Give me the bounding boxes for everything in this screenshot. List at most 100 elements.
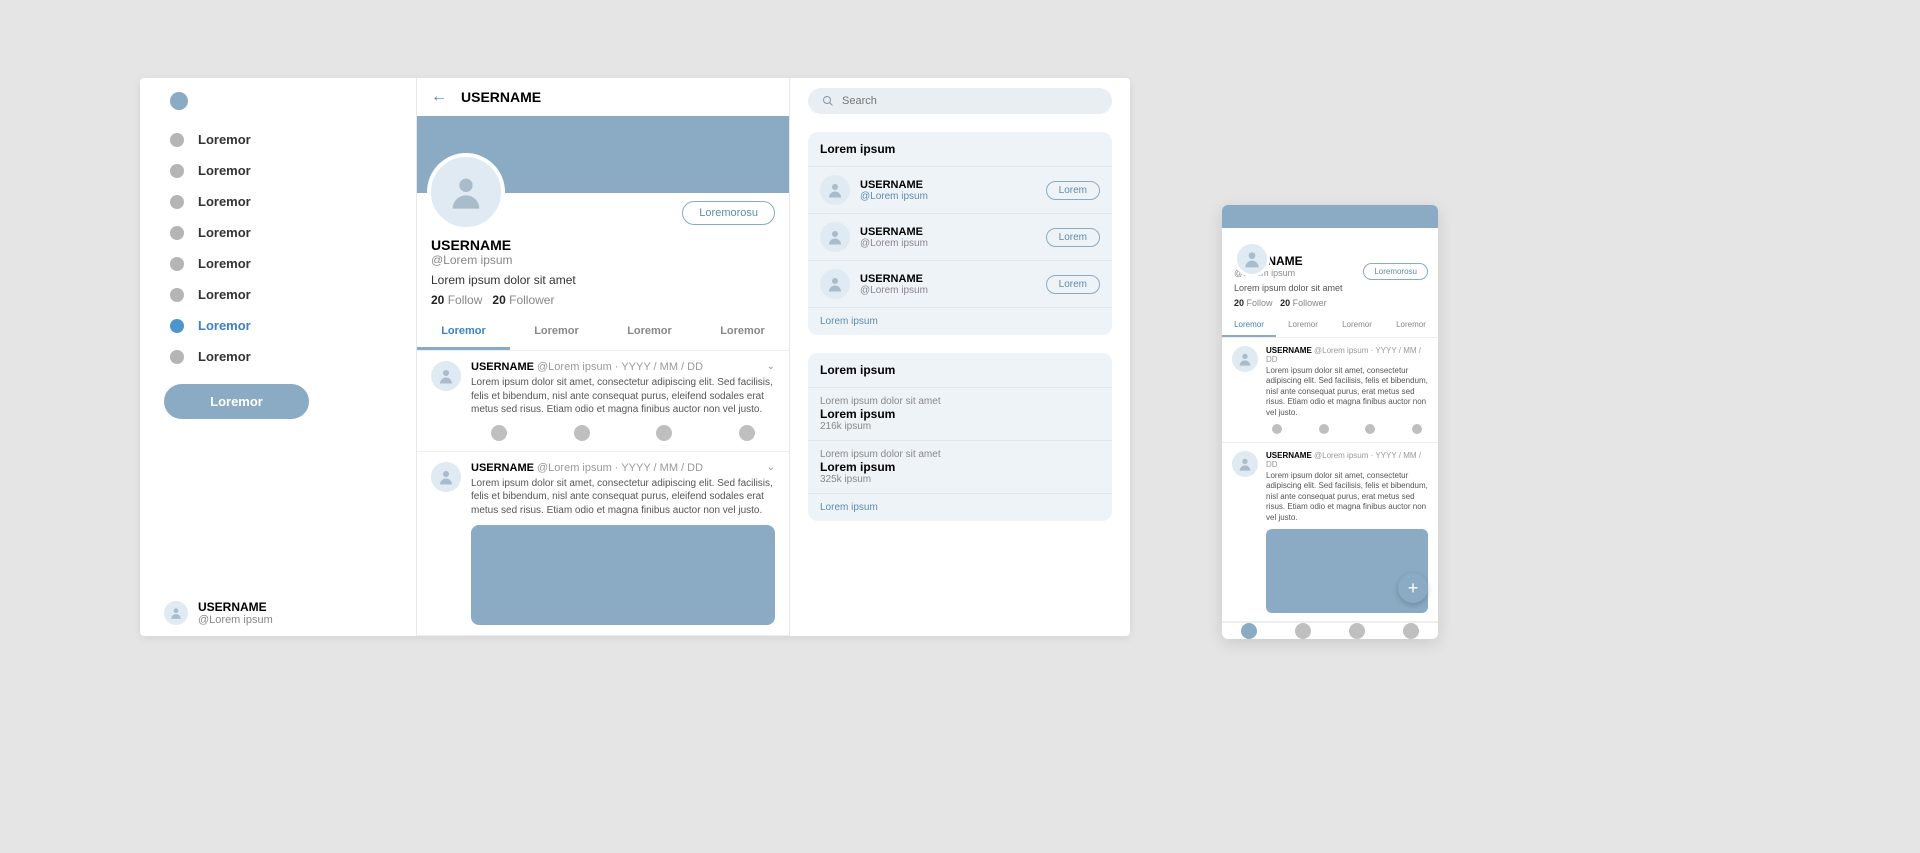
search-input[interactable] xyxy=(842,95,1098,107)
post-avatar[interactable] xyxy=(1232,451,1258,477)
nav-icon xyxy=(170,226,184,240)
main-column: ← USERNAME Loremorosu USERNAME @Lorem ip… xyxy=(417,78,790,636)
profile-bio: Lorem ipsum dolor sit amet xyxy=(431,273,775,287)
suggest-row[interactable]: USERNAME@Lorem ipsumLorem xyxy=(808,213,1112,260)
tab-1[interactable]: Loremor xyxy=(510,315,603,350)
nav-label: Loremor xyxy=(198,194,251,209)
mobile-nav-4[interactable] xyxy=(1403,623,1419,639)
trend-context: Lorem ipsum dolor sit amet xyxy=(820,396,1100,407)
follow-button[interactable]: Lorem xyxy=(1046,275,1100,294)
sidebar-item-6[interactable]: Loremor xyxy=(164,310,396,341)
fab-compose-button[interactable]: + xyxy=(1398,573,1428,603)
logo-icon[interactable] xyxy=(170,92,188,110)
trends-card: Lorem ipsum Lorem ipsum dolor sit ametLo… xyxy=(808,353,1112,521)
trend-name: Lorem ipsum xyxy=(820,407,1100,421)
nav-icon xyxy=(170,195,184,209)
main-header: ← USERNAME xyxy=(417,78,789,116)
share-icon[interactable] xyxy=(1412,424,1422,434)
post-text: Lorem ipsum dolor sit amet, consectetur … xyxy=(1266,471,1428,523)
compose-button[interactable]: Loremor xyxy=(164,384,309,419)
profile-name: USERNAME xyxy=(431,237,775,253)
suggest-handle: @Lorem ipsum xyxy=(860,285,928,296)
search-box[interactable] xyxy=(808,88,1112,114)
chevron-down-icon[interactable]: ⌄ xyxy=(767,462,775,473)
mobile-action-button[interactable]: Loremorosu xyxy=(1363,263,1428,280)
nav-icon xyxy=(170,350,184,364)
post-avatar[interactable] xyxy=(431,361,461,391)
post-actions xyxy=(471,417,775,441)
profile-action-button[interactable]: Loremorosu xyxy=(682,201,775,225)
chevron-down-icon[interactable]: ⌄ xyxy=(767,361,775,372)
mobile-tab-0[interactable]: Loremor xyxy=(1222,314,1276,337)
reply-icon[interactable] xyxy=(491,425,507,441)
reply-icon[interactable] xyxy=(1272,424,1282,434)
mobile-profile-bio: Lorem ipsum dolor sit amet xyxy=(1234,283,1426,293)
trend-count: 216k ipsum xyxy=(820,421,1100,432)
avatar-icon xyxy=(164,601,188,625)
mobile-avatar[interactable] xyxy=(1234,241,1270,277)
post[interactable]: USERNAME @Lorem ipsum · YYYY / MM / DD⌄L… xyxy=(417,452,789,637)
post-header: USERNAME @Lorem ipsum · YYYY / MM / DD xyxy=(1266,346,1428,364)
post-header: USERNAME @Lorem ipsum · YYYY / MM / DD xyxy=(1266,451,1428,469)
mobile-bottom-nav xyxy=(1222,622,1438,639)
share-icon[interactable] xyxy=(739,425,755,441)
back-arrow-icon[interactable]: ← xyxy=(431,88,447,106)
sidebar-item-1[interactable]: Loremor xyxy=(164,155,396,186)
like-icon[interactable] xyxy=(656,425,672,441)
sidebar-item-4[interactable]: Loremor xyxy=(164,248,396,279)
nav-icon xyxy=(170,164,184,178)
sidebar-item-7[interactable]: Loremor xyxy=(164,341,396,372)
post[interactable]: USERNAME @Lorem ipsum · YYYY / MM / DD⌄L… xyxy=(417,351,789,452)
tab-0[interactable]: Loremor xyxy=(417,315,510,350)
trend-row[interactable]: Lorem ipsum dolor sit ametLorem ipsum216… xyxy=(808,387,1112,440)
sidebar-item-0[interactable]: Loremor xyxy=(164,124,396,155)
mobile-tab-1[interactable]: Loremor xyxy=(1276,314,1330,337)
nav-label: Loremor xyxy=(198,349,251,364)
nav-icon xyxy=(170,288,184,302)
like-icon[interactable] xyxy=(1365,424,1375,434)
mobile-frame: Loremorosu USERNAME @Lorem ipsum Lorem i… xyxy=(1222,205,1438,639)
trends-show-more[interactable]: Lorem ipsum xyxy=(808,493,1112,521)
follow-button[interactable]: Lorem xyxy=(1046,181,1100,200)
tab-2[interactable]: Loremor xyxy=(603,315,696,350)
sidebar-item-5[interactable]: Loremor xyxy=(164,279,396,310)
profile-tabs: LoremorLoremorLoremorLoremor xyxy=(417,315,789,351)
suggest-row[interactable]: USERNAME@Lorem ipsum Lorem xyxy=(808,260,1112,307)
post-media[interactable] xyxy=(471,525,775,625)
post-actions xyxy=(1266,418,1428,434)
nav-label: Loremor xyxy=(198,225,251,240)
mobile-tab-2[interactable]: Loremor xyxy=(1330,314,1384,337)
avatar-icon xyxy=(820,175,850,205)
mobile-tab-3[interactable]: Loremor xyxy=(1384,314,1438,337)
plus-icon: + xyxy=(1408,578,1419,599)
nav-label: Loremor xyxy=(198,132,251,147)
mobile-nav-3[interactable] xyxy=(1349,623,1365,639)
avatar-icon xyxy=(820,269,850,299)
repost-icon[interactable] xyxy=(1319,424,1329,434)
suggest-show-more[interactable]: Lorem ipsum xyxy=(808,307,1112,335)
nav-label: Loremor xyxy=(198,287,251,302)
suggest-title: Lorem ipsum xyxy=(808,132,1112,166)
trend-context: Lorem ipsum dolor sit amet xyxy=(820,449,1100,460)
repost-icon[interactable] xyxy=(574,425,590,441)
suggest-row[interactable]: USERNAME@Lorem ipsumLorem xyxy=(808,166,1112,213)
profile-avatar[interactable] xyxy=(427,153,505,231)
nav-icon xyxy=(170,133,184,147)
sidebar-item-3[interactable]: Loremor xyxy=(164,217,396,248)
post-avatar[interactable] xyxy=(431,462,461,492)
mobile-nav-home[interactable] xyxy=(1241,623,1257,639)
sidebar-item-2[interactable]: Loremor xyxy=(164,186,396,217)
trend-row[interactable]: Lorem ipsum dolor sit ametLorem ipsum325… xyxy=(808,440,1112,493)
suggest-card: Lorem ipsum USERNAME@Lorem ipsumLoremUSE… xyxy=(808,132,1112,335)
post-text: Lorem ipsum dolor sit amet, consectetur … xyxy=(1266,366,1428,418)
sidebar-user[interactable]: USERNAME @Lorem ipsum xyxy=(164,600,273,626)
suggest-name: USERNAME xyxy=(860,273,928,285)
mobile-post[interactable]: USERNAME @Lorem ipsum · YYYY / MM / DD Lo… xyxy=(1222,338,1438,443)
tab-3[interactable]: Loremor xyxy=(696,315,789,350)
mobile-nav-2[interactable] xyxy=(1295,623,1311,639)
search-icon xyxy=(822,95,834,107)
nav-label: Loremor xyxy=(198,163,251,178)
nav-icon xyxy=(170,257,184,271)
follow-button[interactable]: Lorem xyxy=(1046,228,1100,247)
post-avatar[interactable] xyxy=(1232,346,1258,372)
